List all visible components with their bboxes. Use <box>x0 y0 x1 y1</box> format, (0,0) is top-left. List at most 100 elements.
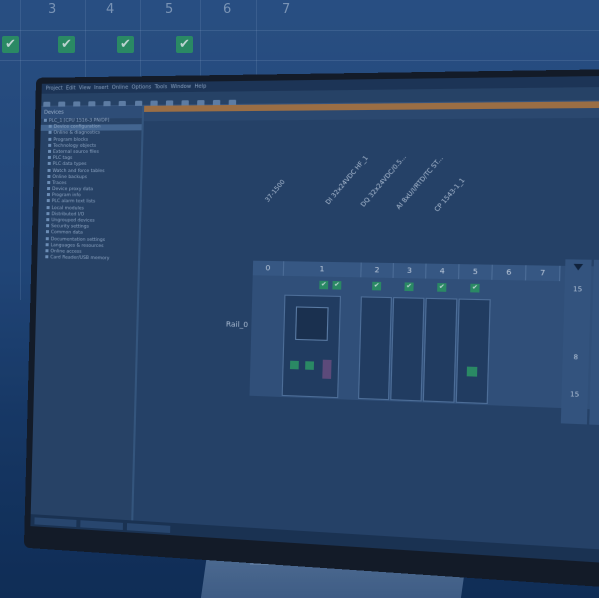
overview-column: 15 8 15 <box>560 259 592 425</box>
project-tree-item-label: Online backups <box>52 174 88 180</box>
project-tree-item-label: Local modules <box>51 205 84 212</box>
bg-column-number: 6 <box>223 2 232 17</box>
tree-node-icon <box>48 149 52 153</box>
cp-led-icon <box>466 366 478 377</box>
project-tree-item-label: Device proxy data <box>51 187 94 193</box>
io-module[interactable] <box>390 297 425 402</box>
project-tree-item-label: Program blocks <box>53 137 89 143</box>
check-icon: ✔ <box>332 280 342 290</box>
portal-view-button[interactable] <box>34 517 77 528</box>
io-module[interactable] <box>358 296 392 401</box>
project-tree-item-label: Languages & resources <box>50 243 104 249</box>
tree-node-icon <box>48 131 52 135</box>
cpu-status-led-icon <box>305 361 315 370</box>
cpu-module[interactable] <box>281 294 341 399</box>
bg-check-icon: ✔ <box>176 36 193 53</box>
bg-column-number: 3 <box>48 2 57 17</box>
device-view: 37-1500 DI 32x24VDC HF_1 DQ 32x24VDC/0.5… <box>133 100 599 555</box>
project-tree-item-label: Distributed I/O <box>51 211 85 218</box>
tree-node-icon <box>45 249 49 253</box>
tree-node-icon <box>47 187 51 191</box>
cpu-display <box>295 306 329 341</box>
bg-check-icon: ✔ <box>117 36 134 53</box>
tree-node-icon <box>45 236 49 240</box>
project-tree-item-label: Technology objects <box>53 143 97 149</box>
tree-node-icon <box>47 180 51 184</box>
slot-number[interactable]: 2 <box>361 262 394 278</box>
check-icon: ✔ <box>319 280 329 290</box>
menu-item[interactable]: Window <box>171 84 192 90</box>
monitor: Project Edit View Insert Online Options … <box>23 67 599 593</box>
rail-label: Rail_0 <box>225 320 249 330</box>
side-number: 15 <box>570 390 580 399</box>
tree-node-icon <box>46 211 50 215</box>
menu-item[interactable]: Project <box>46 85 63 91</box>
check-icon: ✔ <box>372 281 382 291</box>
tree-node-icon <box>47 162 51 166</box>
project-tree-item-label: Documentation settings <box>50 236 106 243</box>
tree-node-icon <box>45 230 49 234</box>
check-icon: ✔ <box>404 282 414 292</box>
project-tree-item-label: PLC data types <box>52 162 87 168</box>
project-tree-item-label: Online access <box>50 249 82 255</box>
slot-number[interactable]: 5 <box>459 264 493 280</box>
tree-node-icon <box>45 255 49 259</box>
menu-item[interactable]: Insert <box>94 85 109 91</box>
tree-node-icon <box>48 124 52 129</box>
menu-item[interactable]: Online <box>112 85 129 91</box>
project-tree-header: Devices <box>40 105 143 119</box>
project-tree: Devices PLC_1 [CPU 1516-3 PN/DP] Device c… <box>30 105 145 521</box>
project-tree-item-label: PLC_1 [CPU 1516-3 PN/DP] <box>48 118 110 124</box>
menu-item[interactable]: Edit <box>66 85 76 91</box>
menu-item[interactable]: View <box>79 85 91 91</box>
menu-item[interactable]: Help <box>194 84 206 90</box>
check-icon: ✔ <box>437 283 447 292</box>
menu-item[interactable]: Tools <box>154 84 167 90</box>
device-rack: Rail_0 0 1 2 3 4 5 6 7 ✔ ✔ ✔ ✔ ✔ ✔ 15 8 … <box>226 259 599 426</box>
project-tree-item-label: Security settings <box>51 224 90 230</box>
project-tree-item-label: Traces <box>52 180 67 186</box>
project-tree-item-label: PLC tags <box>52 156 73 162</box>
tree-node-icon <box>43 118 47 122</box>
slot-number[interactable]: 1 <box>283 261 362 278</box>
project-tree-items: PLC_1 [CPU 1516-3 PN/DP] Device configura… <box>37 118 142 263</box>
side-number: 16 <box>591 354 599 363</box>
slot-number[interactable]: 3 <box>393 263 427 279</box>
project-tree-item-label: Card Reader/USB memory <box>50 255 110 262</box>
tree-node-icon <box>46 205 50 209</box>
project-tree-item-label: Common data <box>50 230 83 237</box>
project-tree-item-label: External source files <box>52 149 99 155</box>
tree-node-icon <box>47 168 51 172</box>
collapse-arrow-icon[interactable] <box>573 263 584 271</box>
bg-column-number: 4 <box>106 2 115 17</box>
project-tree-item-label: Device configuration <box>53 124 101 130</box>
device-tab[interactable] <box>126 523 171 533</box>
io-module[interactable] <box>422 297 458 403</box>
tree-node-icon <box>46 193 50 197</box>
slot-number[interactable]: 0 <box>252 260 285 276</box>
tree-node-icon <box>47 156 51 160</box>
slot-number[interactable]: 6 <box>492 264 527 281</box>
tree-node-icon <box>46 224 50 228</box>
cp-module[interactable] <box>455 298 491 405</box>
tree-node-icon <box>48 143 52 147</box>
side-number: 23 <box>590 392 599 401</box>
side-number: 8 <box>573 353 579 362</box>
side-number: 23 <box>593 286 599 294</box>
overview-tab[interactable] <box>80 520 123 530</box>
slot-number[interactable]: 7 <box>526 265 561 282</box>
check-icon: ✔ <box>470 283 480 293</box>
menu-item[interactable]: Options <box>131 84 151 90</box>
module-label: CP 1543-1_1 <box>433 176 467 214</box>
bg-column-number: 5 <box>165 2 174 17</box>
monitor-screen: Project Edit View Insert Online Options … <box>30 74 599 568</box>
project-tree-item-label: Ungrouped devices <box>51 218 95 224</box>
project-tree-item-label: Online & diagnostics <box>53 130 101 137</box>
side-number: 15 <box>572 285 583 294</box>
tree-node-icon <box>46 199 50 203</box>
cpu-run-led-icon <box>289 360 299 370</box>
slot-number[interactable]: 4 <box>426 263 460 280</box>
tree-node-icon <box>45 242 49 246</box>
module-label: 37-1500 <box>263 178 287 204</box>
project-tree-item[interactable]: Card Reader/USB memory <box>37 255 138 263</box>
